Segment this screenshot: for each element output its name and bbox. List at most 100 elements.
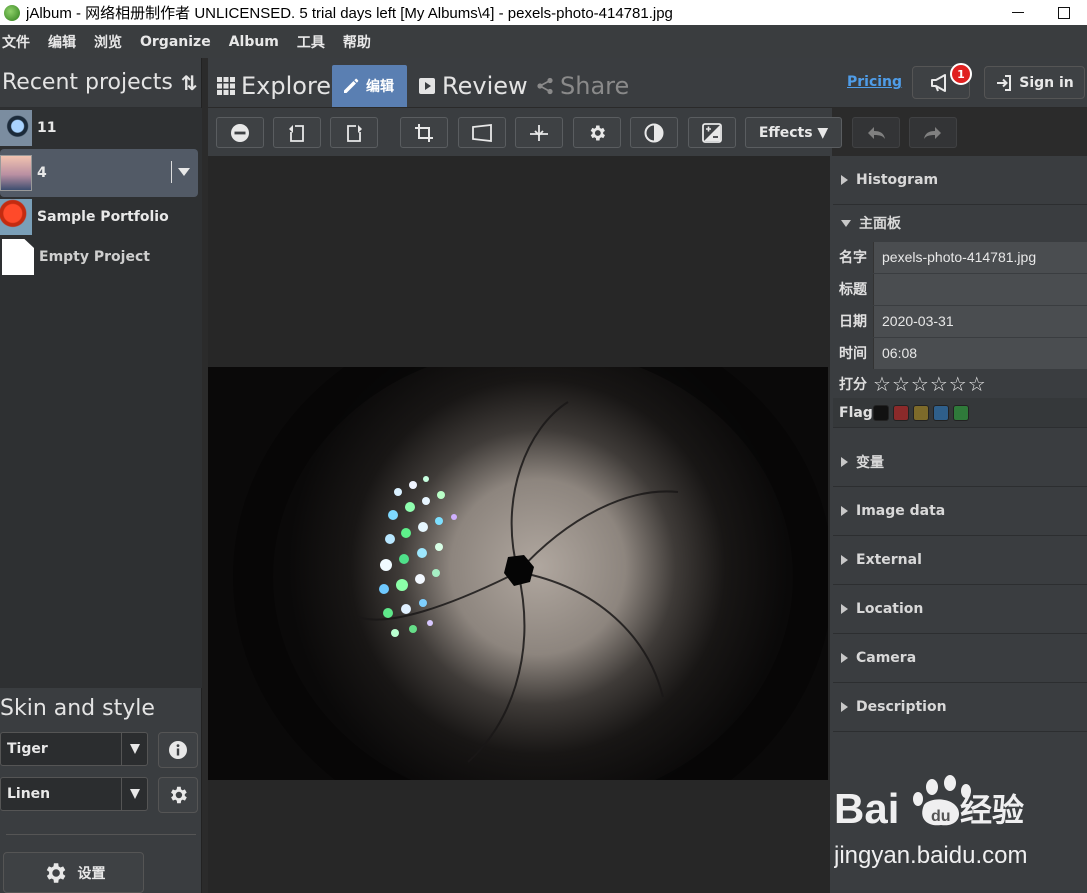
document-icon bbox=[2, 239, 34, 275]
main-panel-section[interactable]: 主面板 bbox=[833, 205, 1087, 241]
flag-yellow[interactable] bbox=[913, 404, 929, 421]
tab-edit[interactable]: 编辑 bbox=[332, 65, 407, 107]
star-icon[interactable]: ☆ bbox=[892, 372, 910, 396]
flag-row: Flag bbox=[833, 398, 1087, 428]
menu-organize[interactable]: Organize bbox=[140, 34, 219, 50]
rating-stars[interactable]: ☆ ☆ ☆ ☆ ☆ ☆ bbox=[873, 372, 986, 396]
project-item-4[interactable]: 4 bbox=[0, 149, 198, 197]
description-label: Description bbox=[856, 699, 947, 715]
histogram-label: Histogram bbox=[856, 172, 939, 188]
pricing-link[interactable]: Pricing bbox=[847, 74, 902, 90]
tab-review-label: Review bbox=[442, 72, 528, 100]
sign-in-icon bbox=[997, 74, 1012, 91]
title-bar: jAlbum - 网络相册制作者 UNLICENSED. 5 trial day… bbox=[0, 0, 1087, 25]
skin-info-button[interactable] bbox=[158, 732, 198, 768]
menu-album[interactable]: Album bbox=[229, 34, 287, 50]
chevron-right-icon bbox=[841, 555, 848, 565]
contrast-icon bbox=[644, 123, 664, 142]
image-viewer[interactable] bbox=[208, 156, 830, 893]
skin-select-value: Tiger bbox=[7, 741, 48, 757]
flag-red[interactable] bbox=[893, 404, 909, 421]
divider bbox=[6, 834, 196, 835]
flag-green[interactable] bbox=[953, 404, 969, 421]
menu-edit[interactable]: 编辑 bbox=[48, 32, 84, 52]
skin-style-title: Skin and style bbox=[0, 695, 155, 721]
project-item-empty-project[interactable]: Empty Project bbox=[0, 237, 202, 277]
date-field[interactable]: 2020-03-31 bbox=[873, 305, 1087, 337]
sort-icon[interactable]: ⇅ bbox=[181, 71, 198, 95]
redo-button[interactable] bbox=[909, 117, 957, 148]
title-field-row: 标题 bbox=[833, 273, 1087, 305]
straighten-button[interactable] bbox=[515, 117, 563, 148]
remove-button[interactable] bbox=[216, 117, 264, 148]
time-field[interactable]: 06:08 bbox=[873, 337, 1087, 369]
lens-aperture-image bbox=[208, 367, 828, 780]
pencil-icon bbox=[342, 77, 360, 95]
tab-edit-label: 编辑 bbox=[366, 79, 394, 95]
recent-projects-title: Recent projects bbox=[2, 70, 173, 95]
style-select[interactable]: Linen bbox=[0, 777, 148, 811]
variables-section[interactable]: 变量 bbox=[833, 438, 1087, 487]
rotate-right-button[interactable] bbox=[330, 117, 378, 148]
menu-tools[interactable]: 工具 bbox=[297, 32, 333, 52]
main-panel-label: 主面板 bbox=[859, 216, 901, 232]
chevron-right-icon bbox=[841, 702, 848, 712]
maximize-button[interactable] bbox=[1041, 0, 1087, 25]
external-section[interactable]: External bbox=[833, 536, 1087, 585]
image-data-label: Image data bbox=[856, 503, 946, 519]
star-icon[interactable]: ☆ bbox=[873, 372, 891, 396]
perspective-button[interactable] bbox=[458, 117, 506, 148]
left-sidebar: Recent projects ⇅ 11 4 Sample Portfolio … bbox=[0, 58, 202, 893]
gear-icon bbox=[171, 786, 187, 804]
project-item-sample-portfolio[interactable]: Sample Portfolio bbox=[0, 197, 202, 237]
minimize-button[interactable] bbox=[995, 0, 1041, 25]
crop-icon bbox=[415, 123, 433, 142]
tab-share[interactable]: Share bbox=[536, 65, 629, 107]
project-item-11[interactable]: 11 bbox=[0, 108, 202, 148]
flag-colors bbox=[873, 404, 969, 421]
star-icon[interactable]: ☆ bbox=[911, 372, 929, 396]
image-data-section[interactable]: Image data bbox=[833, 487, 1087, 536]
effects-button[interactable]: Effects ▼ bbox=[745, 117, 842, 148]
skin-select[interactable]: Tiger bbox=[0, 732, 148, 766]
tab-review[interactable]: Review bbox=[418, 65, 528, 107]
menu-file[interactable]: 文件 bbox=[2, 32, 38, 52]
name-field-row: 名字 pexels-photo-414781.jpg bbox=[833, 241, 1087, 273]
settings-button[interactable]: 设置 bbox=[3, 852, 144, 893]
minimize-icon bbox=[1012, 11, 1024, 14]
sign-in-button[interactable]: Sign in bbox=[984, 66, 1085, 99]
name-field[interactable]: pexels-photo-414781.jpg bbox=[873, 241, 1087, 273]
rotate-left-button[interactable] bbox=[273, 117, 321, 148]
project-thumbnail bbox=[0, 155, 32, 191]
photo-preview[interactable] bbox=[208, 367, 828, 780]
description-section[interactable]: Description bbox=[833, 683, 1087, 732]
skin-settings-button[interactable] bbox=[158, 777, 198, 813]
star-icon[interactable]: ☆ bbox=[968, 372, 986, 396]
camera-section[interactable]: Camera bbox=[833, 634, 1087, 683]
watermark-brand-cn: 经验 bbox=[960, 791, 1024, 829]
menu-browse[interactable]: 浏览 bbox=[94, 32, 130, 52]
title-field[interactable] bbox=[873, 273, 1087, 305]
crop-button[interactable] bbox=[400, 117, 448, 148]
project-label: Empty Project bbox=[39, 249, 150, 265]
flag-blue[interactable] bbox=[933, 404, 949, 421]
flag-black[interactable] bbox=[873, 404, 889, 421]
chevron-right-icon bbox=[841, 175, 848, 185]
star-icon[interactable]: ☆ bbox=[930, 372, 948, 396]
project-dropdown-button[interactable] bbox=[171, 161, 190, 183]
adjust-button[interactable] bbox=[573, 117, 621, 148]
chevron-right-icon bbox=[841, 506, 848, 516]
star-icon[interactable]: ☆ bbox=[949, 372, 967, 396]
project-label: 4 bbox=[37, 165, 47, 181]
location-section[interactable]: Location bbox=[833, 585, 1087, 634]
date-label: 日期 bbox=[839, 314, 867, 330]
undo-button[interactable] bbox=[852, 117, 900, 148]
menu-help[interactable]: 帮助 bbox=[343, 32, 379, 52]
top-tab-bar: Explore 编辑 Review Share Pricing 1 Sign i… bbox=[208, 58, 1087, 108]
tab-explore[interactable]: Explore bbox=[217, 65, 331, 107]
exposure-button[interactable] bbox=[688, 117, 736, 148]
histogram-section[interactable]: Histogram bbox=[833, 156, 1087, 205]
contrast-button[interactable] bbox=[630, 117, 678, 148]
chevron-down-icon bbox=[178, 168, 190, 176]
variables-label: 变量 bbox=[856, 455, 884, 471]
